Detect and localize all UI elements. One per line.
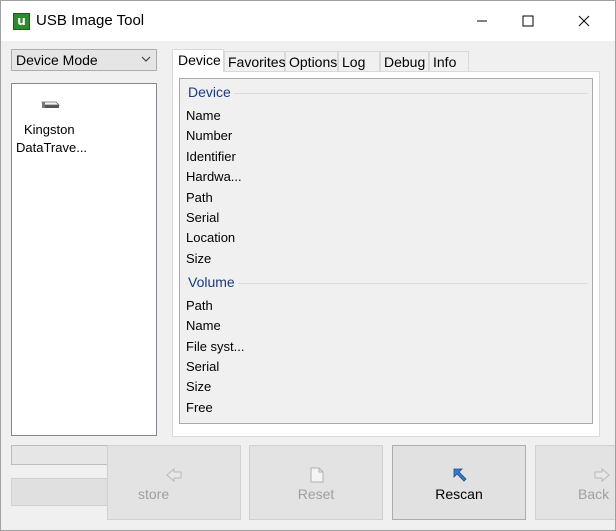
restore-button[interactable]: store [107,445,241,520]
device-details: Device Name Number Identifier Hardwa... … [179,78,593,424]
device-list[interactable]: Kingston DataTrave... [11,83,157,436]
close-button[interactable] [561,1,607,41]
volume-group-line [186,283,588,284]
volume-field-free: Free [186,400,213,415]
device-field-size: Size [186,251,212,266]
close-icon [578,15,590,27]
device-label-line2: DataTrave... [16,140,88,155]
app-window: u USB Image Tool Device Mode Kingston Da… [0,0,616,531]
device-field-identifier: Identifier [186,149,236,164]
device-field-location: Location [186,230,236,245]
reset-button[interactable]: Reset [249,445,383,520]
tab-options[interactable]: Options [285,51,338,71]
device-group-title: Device [188,84,234,100]
volume-group-title: Volume [188,274,238,290]
app-logo-icon: u [13,13,30,30]
mode-select-value: Device Mode [16,52,98,68]
backup-button[interactable]: Back [535,445,615,520]
device-field-serial: Serial [186,210,220,225]
tab-log[interactable]: Log [338,51,380,71]
device-label-line1: Kingston [24,122,75,137]
mode-select[interactable]: Device Mode [11,49,157,71]
usb-drive-icon [41,101,60,108]
title-bar[interactable]: u USB Image Tool [1,1,615,41]
chevron-down-icon [141,56,151,62]
minimize-icon [477,20,487,22]
rescan-arrow-icon [453,468,467,482]
rescan-button[interactable]: Rescan [392,445,526,520]
rescan-button-label: Rescan [435,486,483,502]
volume-field-path: Path [186,298,213,313]
device-field-hardware: Hardwa... [186,169,242,184]
tab-device[interactable]: Device [172,49,224,72]
tab-info[interactable]: Info [429,51,469,71]
device-group-line [186,93,588,94]
device-field-path: Path [186,190,213,205]
maximize-icon [522,15,534,27]
restore-arrow-icon [166,467,182,483]
reset-button-label: Reset [297,486,335,502]
volume-field-size: Size [186,379,212,394]
document-icon [310,467,324,483]
device-field-number: Number [186,128,233,143]
restore-button-label: store [138,486,170,502]
volume-field-serial: Serial [186,359,220,374]
tab-debug[interactable]: Debug [380,51,429,71]
device-field-name: Name [186,108,221,123]
volume-field-filesystem: File syst... [186,339,245,354]
backup-button-label: Back [578,486,610,502]
minimize-button[interactable] [459,1,505,41]
backup-arrow-icon [594,467,610,483]
volume-field-name: Name [186,318,221,333]
window-title: USB Image Tool [36,12,145,29]
device-tab-panel: Device Name Number Identifier Hardwa... … [172,71,600,437]
maximize-button[interactable] [505,1,551,41]
tab-favorites[interactable]: Favorites [224,51,286,71]
